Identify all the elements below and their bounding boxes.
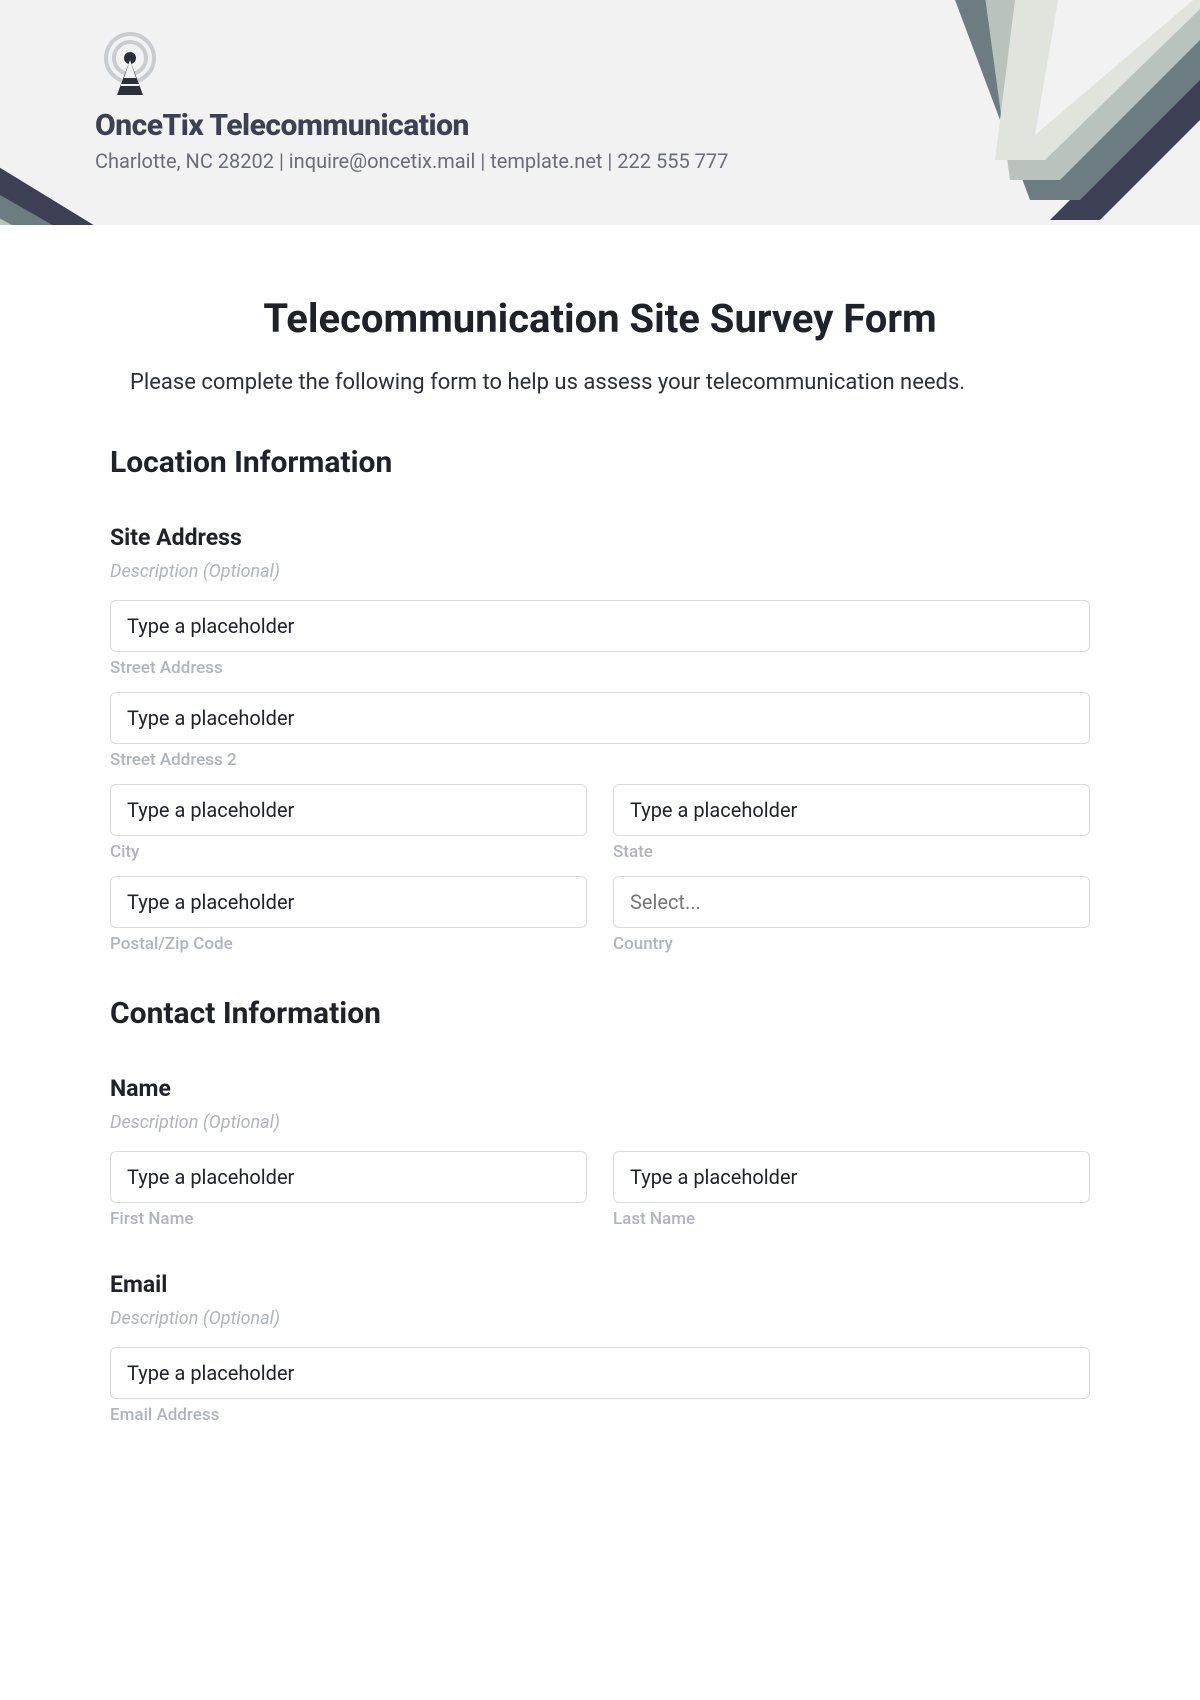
form-intro: Please complete the following form to he…: [110, 370, 1090, 395]
postal-input[interactable]: [110, 876, 587, 928]
state-sublabel: State: [613, 842, 1090, 862]
street-address-sublabel: Street Address: [110, 658, 1090, 678]
state-input[interactable]: [613, 784, 1090, 836]
street-address-2-input[interactable]: [110, 692, 1090, 744]
site-address-desc: Description (Optional): [110, 561, 1090, 582]
last-name-sublabel: Last Name: [613, 1209, 1090, 1229]
company-info: Charlotte, NC 28202 | inquire@oncetix.ma…: [95, 149, 1200, 173]
form-title: Telecommunication Site Survey Form: [110, 295, 1090, 342]
company-name: OnceTix Telecommunication: [95, 108, 1200, 143]
country-sublabel: Country: [613, 934, 1090, 954]
form-body: Telecommunication Site Survey Form Pleas…: [0, 225, 1200, 1507]
name-group: Name Description (Optional) First Name L…: [110, 1075, 1090, 1229]
contact-heading: Contact Information: [110, 996, 1090, 1031]
site-address-label: Site Address: [110, 524, 1090, 551]
header: OnceTix Telecommunication Charlotte, NC …: [0, 0, 1200, 225]
street-address-2-sublabel: Street Address 2: [110, 750, 1090, 770]
country-select[interactable]: [613, 876, 1090, 928]
postal-sublabel: Postal/Zip Code: [110, 934, 587, 954]
street-address-input[interactable]: [110, 600, 1090, 652]
email-group: Email Description (Optional) Email Addre…: [110, 1271, 1090, 1425]
name-desc: Description (Optional): [110, 1112, 1090, 1133]
email-label: Email: [110, 1271, 1090, 1298]
email-input[interactable]: [110, 1347, 1090, 1399]
last-name-input[interactable]: [613, 1151, 1090, 1203]
email-sublabel: Email Address: [110, 1405, 1090, 1425]
location-heading: Location Information: [110, 445, 1090, 480]
email-desc: Description (Optional): [110, 1308, 1090, 1329]
city-input[interactable]: [110, 784, 587, 836]
city-sublabel: City: [110, 842, 587, 862]
company-logo-icon: [95, 30, 165, 100]
site-address-group: Site Address Description (Optional) Stre…: [110, 524, 1090, 954]
name-label: Name: [110, 1075, 1090, 1102]
first-name-input[interactable]: [110, 1151, 587, 1203]
first-name-sublabel: First Name: [110, 1209, 587, 1229]
